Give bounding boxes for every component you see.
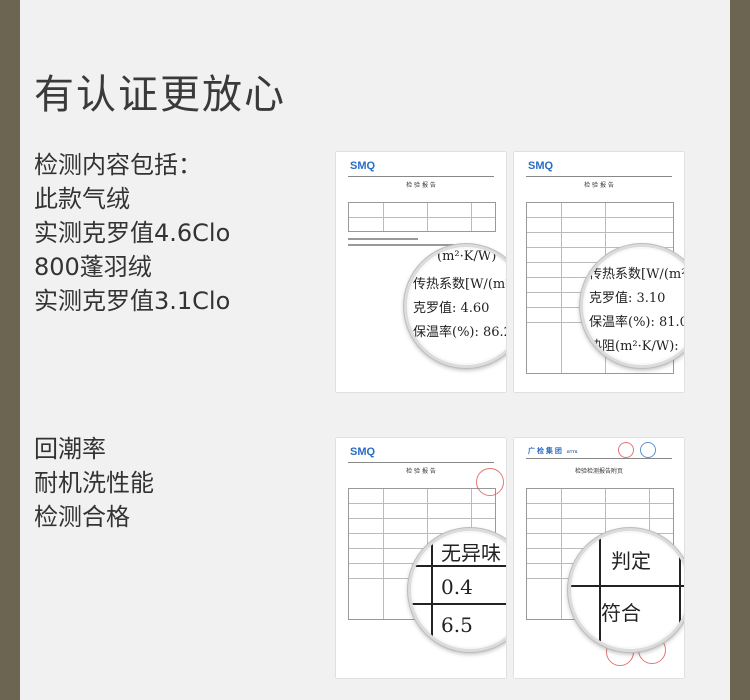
text-line: 此款气绒: [34, 185, 130, 213]
gtts-logo: 广 检 集 团 GTTS: [528, 448, 578, 455]
test-report-image-4: 广 检 集 团 GTTS 检验检测报告附页 判定 符合: [514, 438, 684, 678]
test-report-image-1: SMQ 检 验 报 告 (m²·K/W) 传热系数[W/(m²· 克罗值: 4.…: [336, 152, 506, 392]
text-line: 实测克罗值3.1Clo: [34, 287, 231, 315]
smq-logo: SMQ: [350, 446, 376, 458]
cnas-badge: [640, 442, 656, 458]
report-title: 检 验 报 告: [406, 182, 436, 189]
report-title: 检验检测报告附页: [574, 468, 623, 475]
magnifier-lens: (m²·K/W) 传热系数[W/(m²· 克罗值: 4.60 保温率(%): 8…: [404, 244, 506, 368]
smq-logo: SMQ: [528, 160, 554, 172]
page-title: 有认证更放心: [34, 72, 286, 118]
smq-logo: SMQ: [350, 160, 376, 172]
wash-test-text: 回潮率 耐机洗性能 检测合格: [34, 432, 154, 534]
magnifier-lens: 判定 符合: [568, 528, 684, 652]
test-content-text: 检测内容包括： 此款气绒 实测克罗值4.6Clo 800蓬羽绒 实测克罗值3.1…: [34, 148, 230, 318]
red-seal: [476, 468, 504, 496]
cma-badge: [618, 442, 634, 458]
text-line: 检测合格: [34, 503, 130, 531]
report-table: [348, 202, 496, 232]
magnifier-lens: 传热系数[W/(m² 克罗值: 3.10 保温率(%): 81.0 热阻(m²·…: [580, 244, 684, 368]
report-title: 检 验 报 告: [584, 182, 614, 189]
content-panel: 有认证更放心 检测内容包括： 此款气绒 实测克罗值4.6Clo 800蓬羽绒 实…: [20, 0, 730, 700]
text-line: 实测克罗值4.6Clo: [34, 219, 231, 247]
test-report-image-2: SMQ 检 验 报 告 传热系数[W/(m² 克罗值: 3.10 保温率(%):…: [514, 152, 684, 392]
text-line: 回潮率: [34, 435, 106, 463]
text-line: 检测内容包括：: [34, 151, 202, 179]
text-line: 800蓬羽绒: [34, 253, 152, 281]
test-report-image-3: SMQ 检 验 报 告 无异味 0.4 6.5: [336, 438, 506, 678]
text-line: 耐机洗性能: [34, 469, 154, 497]
